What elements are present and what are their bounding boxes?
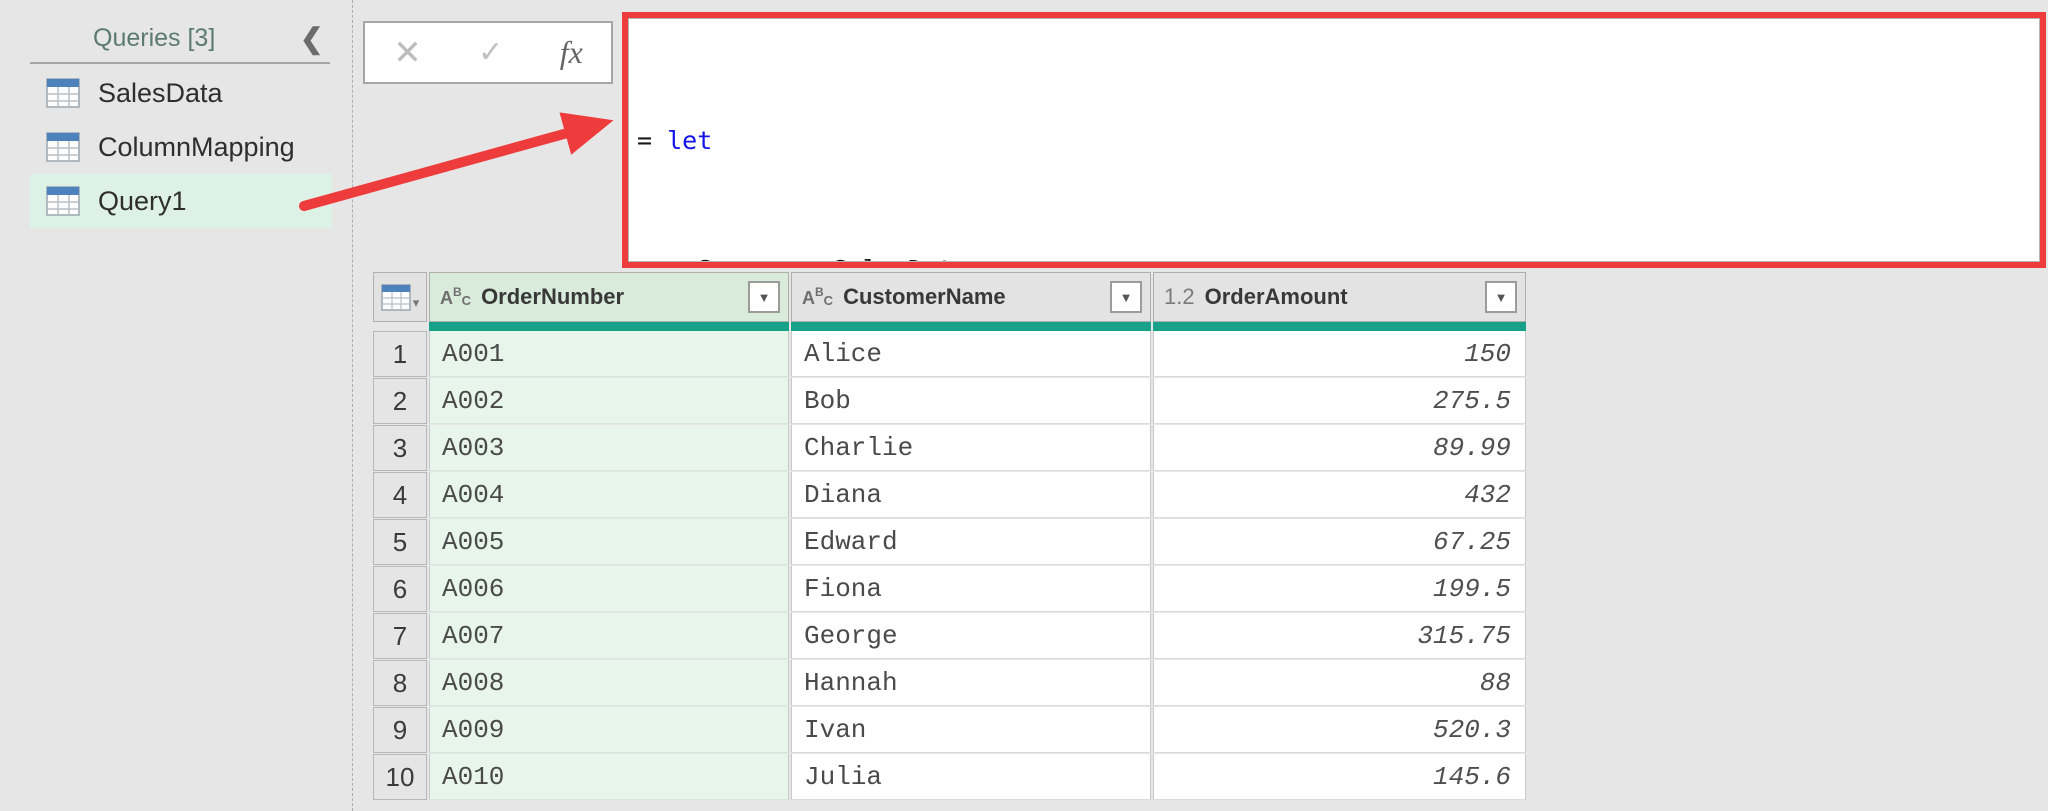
code-line: = let — [637, 126, 713, 155]
row-number[interactable]: 7 — [373, 613, 427, 659]
gutter-spacer — [373, 322, 427, 331]
column-accent-bar — [429, 322, 789, 331]
number-type-icon: 1.2 — [1164, 284, 1195, 309]
table-cell[interactable]: Edward — [791, 519, 1151, 565]
table-cell[interactable]: Bob — [791, 378, 1151, 424]
commit-icon[interactable]: ✓ — [478, 35, 503, 70]
table-cell[interactable]: Alice — [791, 331, 1151, 377]
table-cell[interactable]: 67.25 — [1153, 519, 1526, 565]
text-type-icon: ABC — [440, 285, 472, 308]
table-cell[interactable]: Charlie — [791, 425, 1151, 471]
column-label: OrderNumber — [481, 284, 625, 309]
table-cell[interactable]: 520.3 — [1153, 707, 1526, 753]
table-cell[interactable]: A010 — [429, 754, 789, 800]
column-header-orderamount[interactable]: 1.2 OrderAmount ▼ — [1153, 272, 1526, 322]
table-cell[interactable]: Fiona — [791, 566, 1151, 612]
column-header-customername[interactable]: ABC CustomerName ▼ — [791, 272, 1151, 322]
row-number[interactable]: 8 — [373, 660, 427, 706]
table-cell[interactable]: A006 — [429, 566, 789, 612]
row-number[interactable]: 6 — [373, 566, 427, 612]
text-type-icon: ABC — [802, 285, 834, 308]
queries-pane-title: Queries [3] — [93, 24, 216, 52]
table-corner-button[interactable]: ▾ — [373, 272, 427, 322]
table-cell[interactable]: Julia — [791, 754, 1151, 800]
row-number[interactable]: 4 — [373, 472, 427, 518]
query-item-query1-selected[interactable]: Query1 — [30, 174, 332, 228]
query-item-label: ColumnMapping — [98, 131, 295, 162]
column-customername: ABC CustomerName ▼ Alice Bob Charlie Dia… — [791, 272, 1151, 801]
table-cell[interactable]: A005 — [429, 519, 789, 565]
filter-arrow-icon: ▼ — [1119, 289, 1133, 305]
column-accent-bar — [791, 322, 1151, 331]
table-icon — [46, 132, 80, 162]
row-number[interactable]: 10 — [373, 754, 427, 800]
query-item-salesdata[interactable]: SalesData — [30, 66, 332, 120]
column-label: OrderAmount — [1204, 284, 1348, 309]
table-cell[interactable]: 150 — [1153, 331, 1526, 377]
formula-highlight-box: = let Source = SalesData, RenameMap = Co… — [622, 12, 2046, 268]
power-query-editor: Queries [3] ❮ SalesData ColumnMapping Qu… — [0, 0, 2048, 811]
row-number[interactable]: 2 — [373, 378, 427, 424]
query-item-columnmapping[interactable]: ColumnMapping — [30, 120, 332, 174]
formula-bar-buttons: ✕ ✓ fx — [363, 21, 613, 84]
table-icon — [46, 78, 80, 108]
row-number[interactable]: 5 — [373, 519, 427, 565]
table-cell[interactable]: 315.75 — [1153, 613, 1526, 659]
cancel-icon[interactable]: ✕ — [393, 33, 422, 73]
table-cell[interactable]: 88 — [1153, 660, 1526, 706]
table-cell[interactable]: A008 — [429, 660, 789, 706]
collapse-pane-icon[interactable]: ❮ — [300, 22, 323, 55]
query-item-label: Query1 — [98, 185, 187, 216]
filter-dropdown-button[interactable]: ▼ — [1485, 281, 1517, 313]
table-cell[interactable]: Hannah — [791, 660, 1151, 706]
pane-divider — [352, 0, 353, 811]
table-cell[interactable]: Diana — [791, 472, 1151, 518]
query-item-label: SalesData — [98, 77, 223, 108]
table-cell[interactable]: Ivan — [791, 707, 1151, 753]
filter-dropdown-button[interactable]: ▼ — [748, 281, 780, 313]
table-cell[interactable]: 199.5 — [1153, 566, 1526, 612]
corner-dropdown-icon: ▾ — [412, 295, 420, 310]
row-number[interactable]: 9 — [373, 707, 427, 753]
table-cell[interactable]: A002 — [429, 378, 789, 424]
table-cell[interactable]: A007 — [429, 613, 789, 659]
table-cell[interactable]: 89.99 — [1153, 425, 1526, 471]
row-number-gutter: ▾ 1 2 3 4 5 6 7 8 9 10 — [373, 272, 427, 801]
row-number[interactable]: 1 — [373, 331, 427, 377]
column-ordernumber: ABC OrderNumber ▼ A001 A002 A003 A004 A0… — [429, 272, 789, 801]
column-label: CustomerName — [843, 284, 1006, 309]
table-cell[interactable]: George — [791, 613, 1151, 659]
filter-dropdown-button[interactable]: ▼ — [1110, 281, 1142, 313]
code-line: Source = SalesData, — [637, 248, 2039, 261]
table-cell[interactable]: 432 — [1153, 472, 1526, 518]
table-cell[interactable]: A009 — [429, 707, 789, 753]
pane-title-underline — [30, 62, 330, 64]
table-icon — [380, 283, 411, 311]
column-accent-bar — [1153, 322, 1526, 331]
table-cell[interactable]: A003 — [429, 425, 789, 471]
column-orderamount: 1.2 OrderAmount ▼ 150 275.5 89.99 432 67… — [1153, 272, 1526, 801]
table-cell[interactable]: A001 — [429, 331, 789, 377]
fx-icon[interactable]: fx — [560, 34, 583, 71]
column-header-ordernumber[interactable]: ABC OrderNumber ▼ — [429, 272, 789, 322]
table-icon — [46, 186, 80, 216]
filter-arrow-icon: ▼ — [757, 289, 771, 305]
table-cell[interactable]: 275.5 — [1153, 378, 1526, 424]
table-cell[interactable]: 145.6 — [1153, 754, 1526, 800]
filter-arrow-icon: ▼ — [1494, 289, 1508, 305]
formula-input[interactable]: = let Source = SalesData, RenameMap = Co… — [628, 18, 2040, 262]
table-cell[interactable]: A004 — [429, 472, 789, 518]
row-number[interactable]: 3 — [373, 425, 427, 471]
